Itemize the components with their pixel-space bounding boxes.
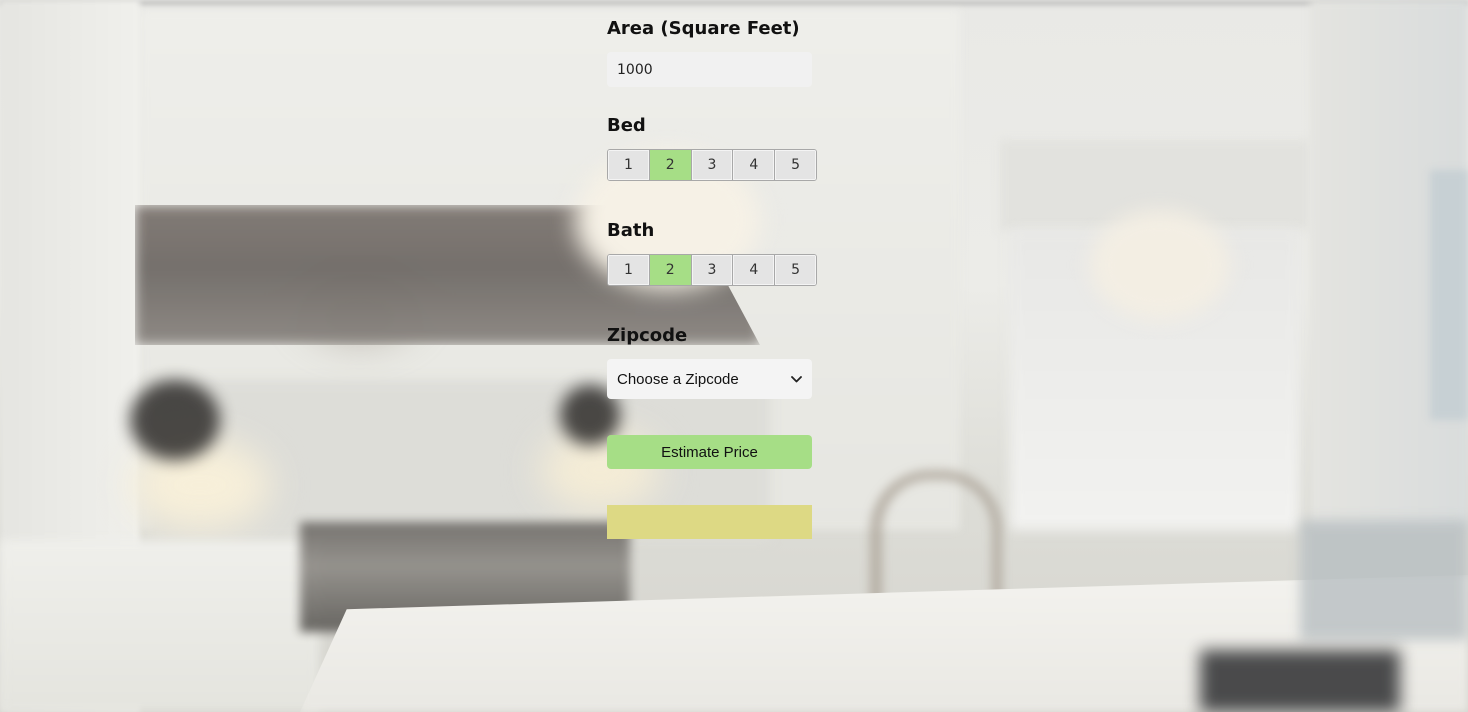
area-input[interactable]	[607, 52, 812, 87]
bed-option-5[interactable]: 5	[775, 150, 816, 180]
bath-switch-field: 1 2 3 4 5	[607, 254, 817, 286]
bed-label: Bed	[607, 115, 646, 136]
kitchen-background-image	[0, 0, 1468, 712]
zipcode-label: Zipcode	[607, 325, 688, 346]
zipcode-select[interactable]: Choose a Zipcode	[607, 359, 812, 399]
bath-option-5[interactable]: 5	[775, 255, 816, 285]
bath-option-1[interactable]: 1	[608, 255, 650, 285]
bed-option-2[interactable]: 2	[649, 150, 692, 180]
bed-option-1[interactable]: 1	[608, 150, 650, 180]
bath-label: Bath	[607, 220, 655, 241]
bed-option-4[interactable]: 4	[733, 150, 776, 180]
bed-option-3[interactable]: 3	[691, 150, 734, 180]
bath-option-4[interactable]: 4	[733, 255, 776, 285]
area-label: Area (Square Feet)	[607, 18, 800, 39]
estimated-price-result	[607, 505, 812, 539]
bath-option-3[interactable]: 3	[691, 255, 734, 285]
estimate-price-button[interactable]: Estimate Price	[607, 435, 812, 469]
zipcode-select-value: Choose a Zipcode	[617, 370, 739, 388]
bed-switch-field: 1 2 3 4 5	[607, 149, 817, 181]
chevron-down-icon	[790, 373, 802, 385]
bath-option-2[interactable]: 2	[649, 255, 692, 285]
